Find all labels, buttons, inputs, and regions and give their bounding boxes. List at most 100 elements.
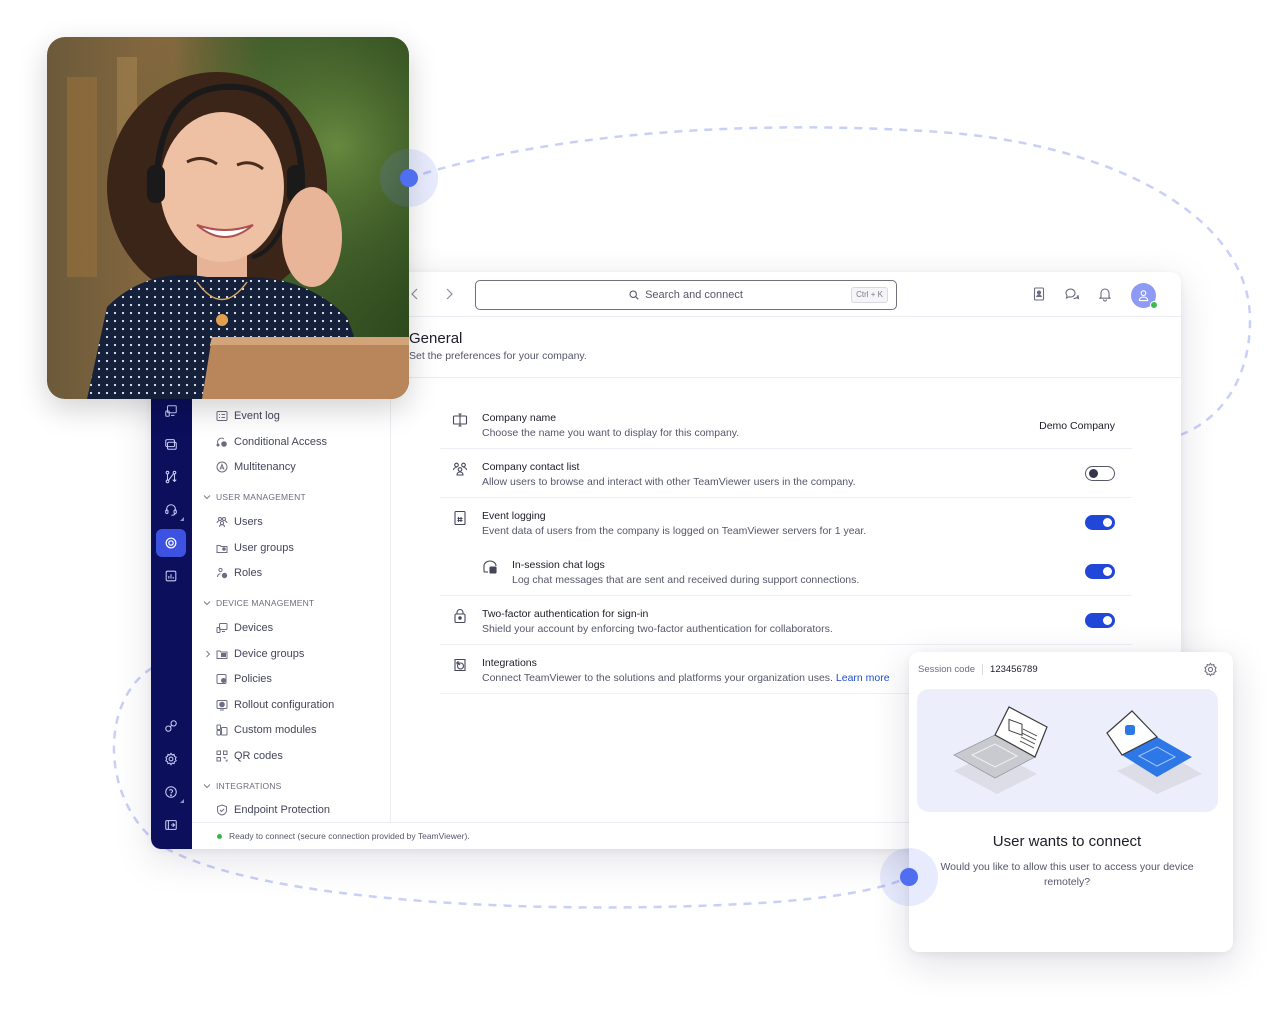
connection-dot [400, 169, 418, 187]
connection-dot [900, 868, 918, 886]
setting-event-logging: Event logging Event data of users from t… [440, 498, 1132, 547]
connection-illustration [917, 689, 1218, 812]
session-request-message: Would you like to allow this user to acc… [940, 861, 1194, 888]
remote-laptop-icon [953, 706, 1048, 794]
lock-icon [454, 609, 466, 624]
users-icon [216, 517, 228, 528]
setting-title: Company contact list [482, 461, 580, 473]
setting-company-contact-list: Company contact list Allow users to brow… [440, 449, 1132, 498]
reports-icon[interactable] [156, 562, 186, 590]
nav-item-device-groups[interactable]: Device groups [216, 645, 304, 663]
page-subtitle: Set the preferences for your company. [409, 350, 587, 362]
nav-item-users[interactable]: Users [216, 513, 263, 531]
remote-devices-icon[interactable] [156, 397, 186, 425]
toggle-knob [1103, 567, 1112, 576]
session-code-value: 123456789 [990, 664, 1038, 675]
back-arrow-icon[interactable] [409, 287, 421, 301]
chevron-down-icon [203, 495, 211, 500]
integrations-icon[interactable] [156, 712, 186, 740]
event-logging-toggle[interactable] [1085, 515, 1115, 530]
session-code-label: Session code [918, 664, 984, 675]
nav-item-devices[interactable]: Devices [216, 619, 273, 637]
sessions-icon[interactable] [156, 430, 186, 458]
log-file-icon [454, 510, 466, 526]
user-avatar[interactable] [1131, 283, 1158, 309]
multitenancy-icon [216, 461, 228, 473]
setting-title: Two-factor authentication for sign-in [482, 608, 649, 620]
nav-section-integrations[interactable]: Integrations [203, 779, 282, 793]
chevron-right-icon[interactable] [204, 650, 212, 658]
chat-logs-toggle[interactable] [1085, 564, 1115, 579]
setting-company-name[interactable]: Company name Choose the name you want to… [440, 400, 1132, 449]
setting-description: Log chat messages that are sent and rece… [512, 574, 860, 586]
teamviewer-logo-icon [1125, 725, 1135, 735]
nav-item-conditional-access[interactable]: Conditional Access [216, 433, 327, 451]
workflow-icon[interactable] [156, 463, 186, 491]
top-bar: Search and connect Ctrl + K [391, 272, 1181, 317]
admin-settings-icon[interactable] [156, 529, 186, 557]
conditional-access-icon [216, 437, 227, 447]
shortcut-hint: Ctrl + K [851, 287, 888, 303]
laptops-illustration [953, 706, 1202, 794]
support-agent-illustration [47, 37, 409, 399]
divider [391, 377, 1181, 378]
connection-status-dot [217, 833, 222, 839]
nav-item-policies[interactable]: Policies [216, 670, 272, 688]
page-header: General Set the preferences for your com… [409, 330, 587, 362]
collapse-sidebar-icon[interactable] [156, 811, 186, 839]
nav-item-endpoint-protection[interactable]: Endpoint Protection [216, 801, 330, 819]
settings-icon[interactable] [156, 745, 186, 773]
setting-title: Company name [482, 412, 557, 424]
toggle-knob [1103, 518, 1112, 527]
page-title: General [409, 330, 463, 347]
user-icon [1138, 290, 1149, 302]
two-factor-toggle[interactable] [1085, 613, 1115, 628]
nav-item-rollout-configuration[interactable]: Rollout configuration [216, 696, 334, 714]
chevron-down-icon [203, 601, 211, 606]
rollout-icon [216, 700, 228, 711]
nav-section-user-management[interactable]: User management [203, 490, 306, 504]
setting-title: Integrations [482, 657, 537, 669]
policies-icon [216, 674, 227, 684]
setting-description: Event data of users from the company is … [482, 525, 867, 537]
settings-list: Company name Choose the name you want to… [440, 400, 1132, 694]
local-laptop-icon [1106, 710, 1202, 794]
qr-code-icon [216, 750, 228, 762]
support-headset-icon[interactable] [156, 496, 186, 524]
help-icon[interactable] [156, 778, 186, 806]
status-text: Ready to connect (secure connection prov… [229, 831, 470, 841]
gear-icon[interactable] [1203, 662, 1218, 677]
contact-list-toggle[interactable] [1085, 466, 1115, 481]
connection-node-bottom [880, 848, 938, 906]
setting-in-session-chat-logs: In-session chat logs Log chat messages t… [440, 547, 1132, 596]
user-groups-icon [216, 545, 228, 553]
setting-description: Shield your account by enforcing two-fac… [482, 623, 833, 635]
session-request-title: User wants to connect [992, 833, 1142, 850]
chat-log-icon [483, 560, 497, 574]
nav-item-multitenancy[interactable]: Multitenancy [216, 458, 296, 476]
nav-item-qr-codes[interactable]: QR codes [216, 747, 283, 765]
nav-item-roles[interactable]: Roles [216, 564, 262, 582]
notification-bell-icon[interactable] [1097, 286, 1113, 302]
group-icon [452, 462, 468, 476]
setting-description: Choose the name you want to display for … [482, 427, 740, 439]
device-groups-icon [216, 650, 228, 659]
online-status-dot [1150, 301, 1158, 309]
learn-more-link[interactable]: Learn more [836, 672, 890, 684]
nav-item-custom-modules[interactable]: Custom modules [216, 721, 317, 739]
company-name-value[interactable]: Demo Company [1039, 420, 1115, 432]
forward-arrow-icon[interactable] [443, 287, 455, 301]
chat-icon[interactable] [1064, 286, 1080, 302]
setting-title: In-session chat logs [512, 559, 605, 571]
nav-section-device-management[interactable]: Device management [203, 596, 314, 610]
nav-item-event-log[interactable]: Event log [216, 407, 280, 425]
contacts-book-icon[interactable] [1031, 286, 1047, 302]
setting-two-factor-authentication: Two-factor authentication for sign-in Sh… [440, 596, 1132, 645]
devices-icon [216, 623, 228, 633]
session-request-card: Session code 123456789 User wants to con… [909, 652, 1233, 952]
search-input[interactable]: Search and connect Ctrl + K [475, 280, 897, 310]
search-icon [629, 290, 639, 300]
search-placeholder: Search and connect [645, 289, 743, 301]
text-cursor-icon [452, 413, 468, 427]
nav-item-user-groups[interactable]: User groups [216, 539, 294, 557]
